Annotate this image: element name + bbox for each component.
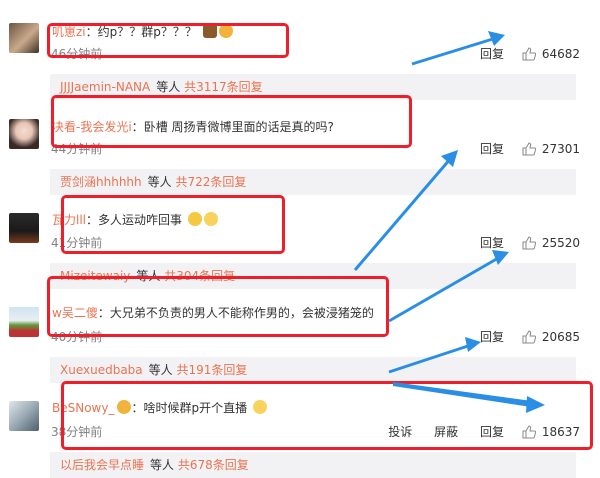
arrow-annotation	[353, 150, 458, 271]
annotation-arrows	[353, 31, 545, 413]
arrow-annotation	[393, 382, 545, 413]
arrow-annotation	[388, 250, 509, 323]
arrow-annotation	[388, 337, 481, 374]
arrow-annotation	[411, 31, 505, 66]
